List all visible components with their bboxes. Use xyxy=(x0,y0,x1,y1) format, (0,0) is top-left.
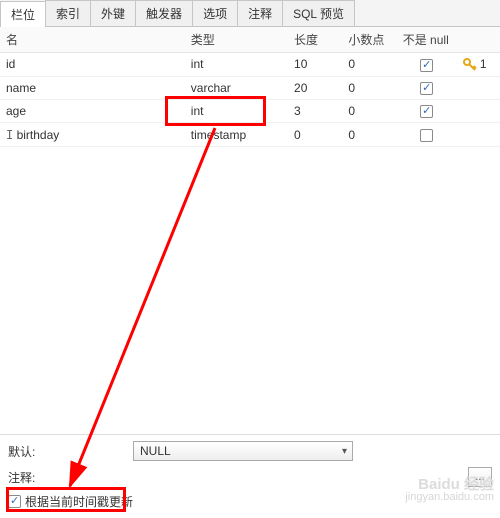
tab-triggers[interactable]: 触发器 xyxy=(135,0,193,26)
text-cursor-icon: I xyxy=(6,128,13,142)
tab-fields[interactable]: 栏位 xyxy=(0,1,46,27)
cell-length[interactable]: 20 xyxy=(288,76,342,99)
header-type[interactable]: 类型 xyxy=(185,27,288,53)
cell-name[interactable]: id xyxy=(0,53,185,77)
table-row[interactable]: age int 3 0 xyxy=(0,100,500,123)
default-value-select[interactable]: NULL xyxy=(133,441,353,461)
header-name[interactable]: 名 xyxy=(0,27,185,53)
table-row[interactable]: name varchar 20 0 xyxy=(0,76,500,99)
default-label: 默认: xyxy=(8,443,133,460)
cell-not-null[interactable] xyxy=(397,76,457,99)
checkbox-icon[interactable] xyxy=(420,105,433,118)
cell-decimal[interactable]: 0 xyxy=(342,123,396,146)
tab-sql-preview[interactable]: SQL 预览 xyxy=(282,0,355,26)
cell-name[interactable]: age xyxy=(0,100,185,123)
cell-decimal[interactable]: 0 xyxy=(342,76,396,99)
cell-decimal[interactable]: 0 xyxy=(342,100,396,123)
update-on-timestamp-checkbox[interactable] xyxy=(8,495,21,508)
cell-decimal[interactable]: 0 xyxy=(342,53,396,77)
cell-type[interactable]: varchar xyxy=(185,76,288,99)
header-not-null[interactable]: 不是 null xyxy=(397,27,457,53)
header-decimal[interactable]: 小数点 xyxy=(342,27,396,53)
tab-indexes[interactable]: 索引 xyxy=(45,0,91,26)
watermark-url: jingyan.baidu.com xyxy=(405,491,494,504)
cell-not-null[interactable] xyxy=(397,123,457,146)
cell-length[interactable]: 10 xyxy=(288,53,342,77)
cell-not-null[interactable] xyxy=(397,53,457,77)
tab-comments[interactable]: 注释 xyxy=(237,0,283,26)
tab-bar: 栏位 索引 外键 触发器 选项 注释 SQL 预览 xyxy=(0,0,500,27)
cell-type[interactable]: int xyxy=(185,100,288,123)
comment-label: 注释: xyxy=(8,469,46,486)
header-length[interactable]: 长度 xyxy=(288,27,342,53)
checkbox-icon[interactable] xyxy=(420,59,433,72)
fields-table: 名 类型 长度 小数点 不是 null id int 10 0 1 name v… xyxy=(0,27,500,147)
checkbox-icon[interactable] xyxy=(420,82,433,95)
cell-key[interactable]: 1 xyxy=(457,53,500,77)
primary-key-icon xyxy=(463,57,480,71)
cell-length[interactable]: 3 xyxy=(288,100,342,123)
cell-type[interactable]: timestamp xyxy=(185,123,288,146)
key-index: 1 xyxy=(480,57,487,71)
tab-foreign-keys[interactable]: 外键 xyxy=(90,0,136,26)
cell-name[interactable]: I birthday xyxy=(0,123,185,146)
tab-options[interactable]: 选项 xyxy=(192,0,238,26)
update-on-timestamp-label: 根据当前时间戳更新 xyxy=(25,493,133,510)
cell-length[interactable]: 0 xyxy=(288,123,342,146)
cell-type[interactable]: int xyxy=(185,53,288,77)
watermark: Baidu 经验 jingyan.baidu.com xyxy=(405,478,494,504)
watermark-brand: Baidu 经验 xyxy=(405,478,494,491)
table-row[interactable]: id int 10 0 1 xyxy=(0,53,500,77)
cell-name-text: birthday xyxy=(17,128,60,142)
cell-not-null[interactable] xyxy=(397,100,457,123)
checkbox-icon[interactable] xyxy=(420,129,433,142)
cell-name[interactable]: name xyxy=(0,76,185,99)
header-key xyxy=(457,27,500,53)
table-row[interactable]: I birthday timestamp 0 0 xyxy=(0,123,500,146)
